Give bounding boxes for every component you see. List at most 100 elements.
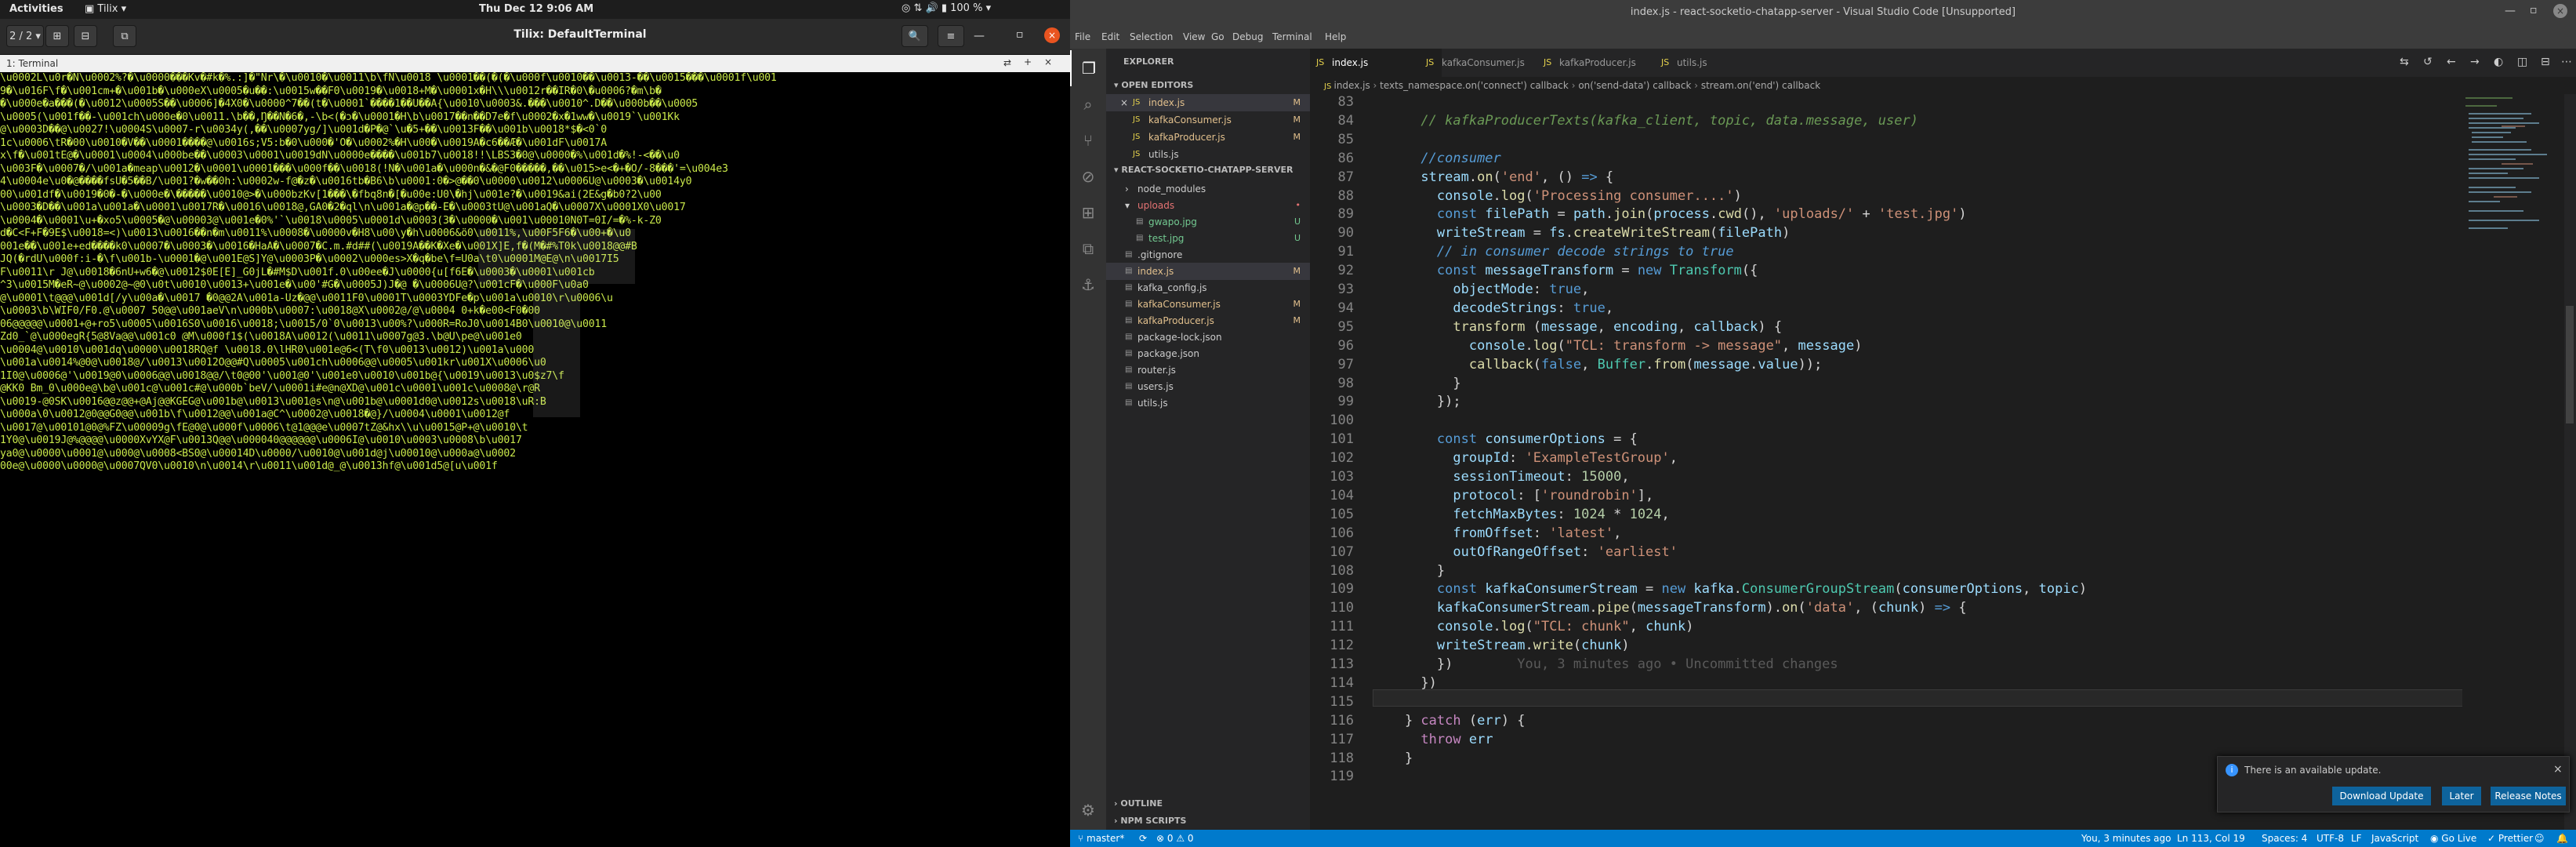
open-editors-section[interactable]: ▾ OPEN EDITORS bbox=[1114, 80, 1193, 90]
file-item[interactable]: ▤ users.js bbox=[1106, 378, 1310, 395]
folder-item[interactable]: ▾ uploads • bbox=[1106, 197, 1310, 214]
menu-go[interactable]: Go bbox=[1211, 31, 1225, 42]
minimize-icon[interactable]: — bbox=[2505, 5, 2516, 17]
line-number: 106 bbox=[1330, 525, 1354, 541]
language-mode[interactable]: JavaScript bbox=[2371, 830, 2418, 847]
sidebar-icon[interactable]: ⧉ bbox=[113, 25, 136, 47]
file-item[interactable]: ▤ kafkaConsumer.js M bbox=[1106, 296, 1310, 313]
activities-button[interactable]: Activities bbox=[9, 3, 63, 15]
editor-scrollbar[interactable] bbox=[2564, 94, 2576, 830]
code-editor[interactable]: 83 84 // kafkaProducerTexts(kafka_client,… bbox=[1310, 94, 2462, 830]
terminal-output[interactable]: \u0002L\u0r�N\u0002%?�\u0000���Kv�#k�%.:… bbox=[0, 72, 1070, 847]
split-editor-icon[interactable]: ⊟ bbox=[2541, 56, 2550, 68]
open-editor-item[interactable]: JS kafkaConsumer.js M bbox=[1106, 111, 1310, 129]
cursor-position[interactable]: Ln 113, Col 19 bbox=[2177, 830, 2245, 847]
breadcrumb-item[interactable]: texts_namespace.on('connect') callback bbox=[1380, 80, 1569, 91]
close-icon[interactable]: × bbox=[2553, 4, 2567, 18]
previous-change-icon[interactable]: ← bbox=[2447, 56, 2456, 68]
terminal-tab-label[interactable]: 1: Terminal bbox=[6, 58, 58, 69]
search-icon[interactable]: 🔍 bbox=[902, 25, 928, 47]
close-icon[interactable]: × bbox=[1044, 27, 1060, 43]
preview-icon[interactable]: ◫ bbox=[2517, 56, 2527, 68]
minimap[interactable] bbox=[2462, 94, 2564, 830]
extensions-icon[interactable]: ⊞ bbox=[1070, 194, 1106, 231]
line-ending[interactable]: LF bbox=[2351, 830, 2362, 847]
terminal-add-icon[interactable]: + bbox=[1024, 56, 1032, 67]
sync-icon[interactable]: ⟳ bbox=[1139, 830, 1147, 847]
encoding[interactable]: UTF-8 bbox=[2317, 830, 2344, 847]
file-item[interactable]: ▤ utils.js bbox=[1106, 394, 1310, 412]
docker-icon[interactable]: ⚓ bbox=[1070, 267, 1106, 303]
code-line: //consumer bbox=[1420, 150, 1501, 166]
maximize-icon[interactable]: ▫ bbox=[1016, 28, 1030, 41]
open-editor-item[interactable]: JS utils.js bbox=[1106, 146, 1310, 163]
breadcrumb-item[interactable]: on('send-data') callback bbox=[1578, 80, 1691, 91]
menu-terminal[interactable]: Terminal bbox=[1272, 31, 1312, 42]
file-item[interactable]: ▤ gwapo.jpg U bbox=[1106, 213, 1310, 231]
menu-selection[interactable]: Selection bbox=[1130, 31, 1173, 42]
minimize-icon[interactable]: — bbox=[974, 30, 988, 42]
notifications-bell-icon[interactable]: 🔔 bbox=[2556, 830, 2568, 847]
clock[interactable]: Thu Dec 12 9:06 AM bbox=[479, 3, 593, 15]
open-editor-item[interactable]: JS kafkaProducer.js M bbox=[1106, 129, 1310, 146]
outline-section[interactable]: › OUTLINE bbox=[1114, 798, 1163, 809]
debug-icon[interactable]: ⊘ bbox=[1070, 158, 1106, 194]
file-item[interactable]: ▤ kafka_config.js bbox=[1106, 279, 1310, 296]
npm-scripts-section[interactable]: › NPM SCRIPTS bbox=[1114, 816, 1186, 826]
terminal-sync-icon[interactable]: ⇄ bbox=[1003, 57, 1011, 68]
new-session-icon[interactable]: ⊟ bbox=[74, 25, 97, 47]
file-icon: ▤ bbox=[1125, 316, 1133, 325]
remote-icon[interactable]: ⧉ bbox=[1070, 231, 1106, 267]
release-notes-button[interactable]: Release Notes bbox=[2491, 787, 2566, 805]
session-switcher[interactable]: 2 / 2 ▾ bbox=[6, 25, 44, 47]
git-blame[interactable]: You, 3 minutes ago bbox=[2081, 830, 2171, 847]
source-control-icon[interactable]: ⑂ bbox=[1070, 122, 1106, 158]
breadcrumb-item[interactable]: index.js bbox=[1333, 80, 1370, 91]
add-terminal-right-icon[interactable]: ⊞ bbox=[45, 25, 69, 47]
settings-gear-icon[interactable]: ⚙ bbox=[1070, 792, 1106, 828]
menu-help[interactable]: Help bbox=[1325, 31, 1346, 42]
later-button[interactable]: Later bbox=[2442, 787, 2481, 805]
scrollbar-thumb[interactable] bbox=[2566, 306, 2574, 424]
tab-utils[interactable]: JS utils.js bbox=[1655, 49, 1763, 77]
breadcrumb-item[interactable]: stream.on('end') callback bbox=[1701, 80, 1820, 91]
indentation[interactable]: Spaces: 4 bbox=[2262, 830, 2307, 847]
line-number: 88 bbox=[1337, 187, 1354, 204]
menu-view[interactable]: View bbox=[1183, 31, 1205, 42]
feedback-icon[interactable]: ☺ bbox=[2534, 830, 2545, 847]
file-item[interactable]: ▤ kafkaProducer.js M bbox=[1106, 312, 1310, 329]
menu-edit[interactable]: Edit bbox=[1101, 31, 1119, 42]
next-change-icon[interactable]: → bbox=[2470, 56, 2480, 68]
close-notification-icon[interactable]: × bbox=[2553, 763, 2563, 776]
file-item[interactable]: ▤ package.json bbox=[1106, 345, 1310, 362]
compare-icon[interactable]: ⇆ bbox=[2400, 56, 2409, 68]
terminal-close-icon[interactable]: × bbox=[1044, 56, 1052, 67]
menu-file[interactable]: File bbox=[1075, 31, 1090, 42]
toggle-blame-icon[interactable]: ◐ bbox=[2494, 56, 2503, 68]
system-tray[interactable]: ◎ ⇅ 🔊 ▮ 100 % ▾ bbox=[902, 2, 991, 14]
problems-indicator[interactable]: ⊗ 0 ⚠ 0 bbox=[1156, 830, 1194, 847]
project-section[interactable]: ▾ REACT-SOCKETIO-CHATAPP-SERVER bbox=[1114, 165, 1293, 175]
git-branch[interactable]: ⑂ master* bbox=[1078, 830, 1124, 847]
search-icon[interactable]: ⌕ bbox=[1070, 86, 1106, 122]
file-item[interactable]: ▤ package-lock.json bbox=[1106, 329, 1310, 346]
close-icon[interactable]: × bbox=[1120, 94, 1128, 111]
prettier[interactable]: ✓ Prettier bbox=[2487, 830, 2533, 847]
more-actions-icon[interactable]: ⋯ bbox=[2561, 56, 2572, 68]
tilix-watermark-logo bbox=[463, 198, 651, 433]
file-item[interactable]: ▤ test.jpg U bbox=[1106, 230, 1310, 247]
go-live[interactable]: ◉ Go Live bbox=[2430, 830, 2476, 847]
git-history-icon[interactable]: ↺ bbox=[2423, 56, 2433, 68]
explorer-icon[interactable]: ❐ bbox=[1070, 50, 1106, 86]
app-menu[interactable]: ▣ Tilix ▾ bbox=[85, 3, 126, 15]
hamburger-menu-icon[interactable]: ≡ bbox=[938, 25, 964, 47]
line-number: 119 bbox=[1330, 769, 1354, 785]
menu-debug[interactable]: Debug bbox=[1232, 31, 1263, 42]
file-item[interactable]: ▤ index.js M bbox=[1106, 263, 1310, 280]
file-item[interactable]: ▤ .gitignore bbox=[1106, 246, 1310, 264]
maximize-icon[interactable]: ▫ bbox=[2530, 4, 2538, 16]
folder-item[interactable]: › node_modules bbox=[1106, 180, 1310, 198]
file-item[interactable]: ▤ router.js bbox=[1106, 362, 1310, 379]
open-editor-item[interactable]: × JS index.js M bbox=[1106, 94, 1310, 111]
download-update-button[interactable]: Download Update bbox=[2332, 787, 2431, 805]
